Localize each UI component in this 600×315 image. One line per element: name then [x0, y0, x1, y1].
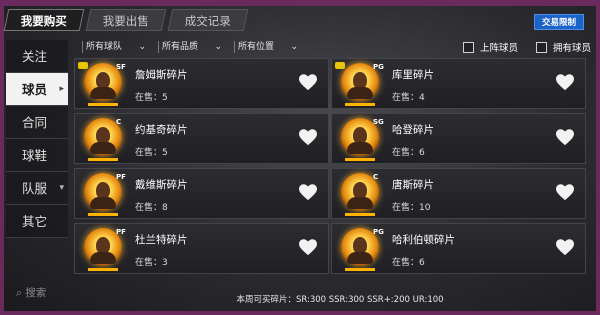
fragment-name: 哈利伯顿碎片 [392, 234, 455, 246]
window-frame-top [0, 0, 600, 6]
tab-sell[interactable]: 我要出售 [85, 9, 167, 31]
player-fragment-card[interactable]: SF 詹姆斯碎片在售：5 [74, 58, 329, 109]
starting-players-checkbox[interactable] [463, 41, 474, 53]
favorite-heart-icon[interactable] [298, 128, 318, 146]
tab-trade-history[interactable]: 成交记录 [167, 9, 249, 31]
fragment-name: 詹姆斯碎片 [135, 69, 188, 81]
favorite-heart-icon[interactable] [555, 238, 575, 256]
expand-arrow-icon: ▸ [59, 84, 64, 94]
weekly-purchase-limit: 本周可买碎片：SR:300 SSR:300 SSR+:200 UR:100 [236, 295, 444, 305]
filter-position-dropdown[interactable]: 所有位置 ⌄ [226, 40, 298, 54]
player-portrait-body [90, 142, 116, 154]
window-frame-right [596, 0, 600, 315]
player-portrait-body [347, 252, 373, 264]
position-tag: C [116, 118, 122, 126]
favorite-heart-icon[interactable] [298, 183, 318, 201]
player-fragment-card[interactable]: PG 库里碎片在售：4 [331, 58, 586, 109]
position-tag: SG [373, 118, 384, 126]
player-fragment-card[interactable]: SG 哈登碎片在售：6 [331, 113, 586, 164]
player-fragment-card[interactable]: PF 杜兰特碎片在售：3 [74, 223, 329, 274]
on-sale-count: 在售：8 [135, 203, 168, 213]
sidebar-item-shoes[interactable]: 球鞋 [6, 139, 68, 172]
market-tabs: 我要购买 我要出售 成交记录 [3, 9, 249, 33]
sidebar-item-follow[interactable]: 关注 [6, 40, 68, 73]
tab-buy[interactable]: 我要购买 [3, 9, 85, 31]
filter-quality-dropdown[interactable]: 所有品质 ⌄ [150, 40, 222, 54]
player-portrait-body [90, 87, 116, 99]
player-fragment-card[interactable]: PF 戴维斯碎片在售：8 [74, 168, 329, 219]
player-fragment-card[interactable]: C 约基奇碎片在售：5 [74, 113, 329, 164]
quality-bar [345, 213, 375, 216]
chevron-down-icon: ▾ [59, 183, 64, 193]
chevron-down-icon: ⌄ [214, 42, 222, 52]
owned-players-checkbox[interactable] [536, 41, 547, 53]
on-sale-count: 在售：6 [392, 258, 425, 268]
quality-bar [345, 268, 375, 271]
chevron-down-icon: ⌄ [138, 42, 146, 52]
on-sale-count: 在售：5 [135, 148, 168, 158]
lock-icon [78, 62, 88, 69]
position-tag: PG [373, 228, 384, 236]
trade-limit-button[interactable]: 交易限制 [534, 14, 584, 30]
favorite-heart-icon[interactable] [298, 238, 318, 256]
quality-bar [88, 268, 118, 271]
on-sale-count: 在售：10 [392, 203, 431, 213]
window-frame-bottom [0, 311, 600, 315]
favorite-heart-icon[interactable] [555, 73, 575, 91]
favorite-heart-icon[interactable] [298, 73, 318, 91]
starting-players-filter[interactable]: 上阵球员 [463, 40, 518, 54]
quality-bar [345, 158, 375, 161]
quality-bar [88, 103, 118, 106]
quality-bar [88, 213, 118, 216]
sidebar-item-contracts[interactable]: 合同 [6, 106, 68, 139]
on-sale-count: 在售：3 [135, 258, 168, 268]
player-portrait-body [90, 197, 116, 209]
window-frame-left [0, 0, 4, 315]
fragment-name: 库里碎片 [392, 69, 434, 81]
sidebar-item-players[interactable]: 球员 ▸ [6, 73, 68, 106]
position-tag: C [373, 173, 379, 181]
lock-icon [335, 62, 345, 69]
category-sidebar: 关注 球员 ▸ 合同 球鞋 队服 ▾ 其它 [6, 40, 68, 238]
player-portrait-body [347, 197, 373, 209]
search-icon: ⌕ [16, 287, 22, 299]
on-sale-count: 在售：4 [392, 93, 425, 103]
favorite-heart-icon[interactable] [555, 183, 575, 201]
fragment-name: 杜兰特碎片 [135, 234, 188, 246]
fragment-card-grid: SF 詹姆斯碎片 在售：5 PG 库里碎片 在售：4 C 约基奇碎片 在售：5 SG 哈登碎片 在售：… [74, 58, 586, 286]
chevron-down-icon: ⌄ [290, 42, 298, 52]
filter-team-dropdown[interactable]: 所有球队 ⌄ [74, 40, 146, 54]
search-button[interactable]: ⌕ 搜索 [6, 285, 68, 301]
on-sale-count: 在售：5 [135, 93, 168, 103]
fragment-name: 戴维斯碎片 [135, 179, 188, 191]
position-tag: PG [373, 63, 384, 71]
quality-bar [88, 158, 118, 161]
player-portrait-body [347, 142, 373, 154]
quality-bar [345, 103, 375, 106]
on-sale-count: 在售：6 [392, 148, 425, 158]
owned-players-filter[interactable]: 拥有球员 [536, 40, 591, 54]
position-tag: PF [116, 228, 126, 236]
fragment-name: 唐斯碎片 [392, 179, 434, 191]
player-fragment-card[interactable]: C 唐斯碎片在售：10 [331, 168, 586, 219]
filter-bar: 所有球队 ⌄ 所有品质 ⌄ 所有位置 ⌄ [74, 40, 298, 54]
sidebar-item-others[interactable]: 其它 [6, 205, 68, 238]
sidebar-item-jerseys[interactable]: 队服 ▾ [6, 172, 68, 205]
player-portrait-body [90, 252, 116, 264]
position-tag: SF [116, 63, 126, 71]
fragment-name: 约基奇碎片 [135, 124, 188, 136]
fragment-name: 哈登碎片 [392, 124, 434, 136]
player-fragment-card[interactable]: PG 哈利伯顿碎片 在售：6 [331, 223, 586, 274]
favorite-heart-icon[interactable] [555, 128, 575, 146]
position-tag: PF [116, 173, 126, 181]
player-portrait-body [347, 87, 373, 99]
